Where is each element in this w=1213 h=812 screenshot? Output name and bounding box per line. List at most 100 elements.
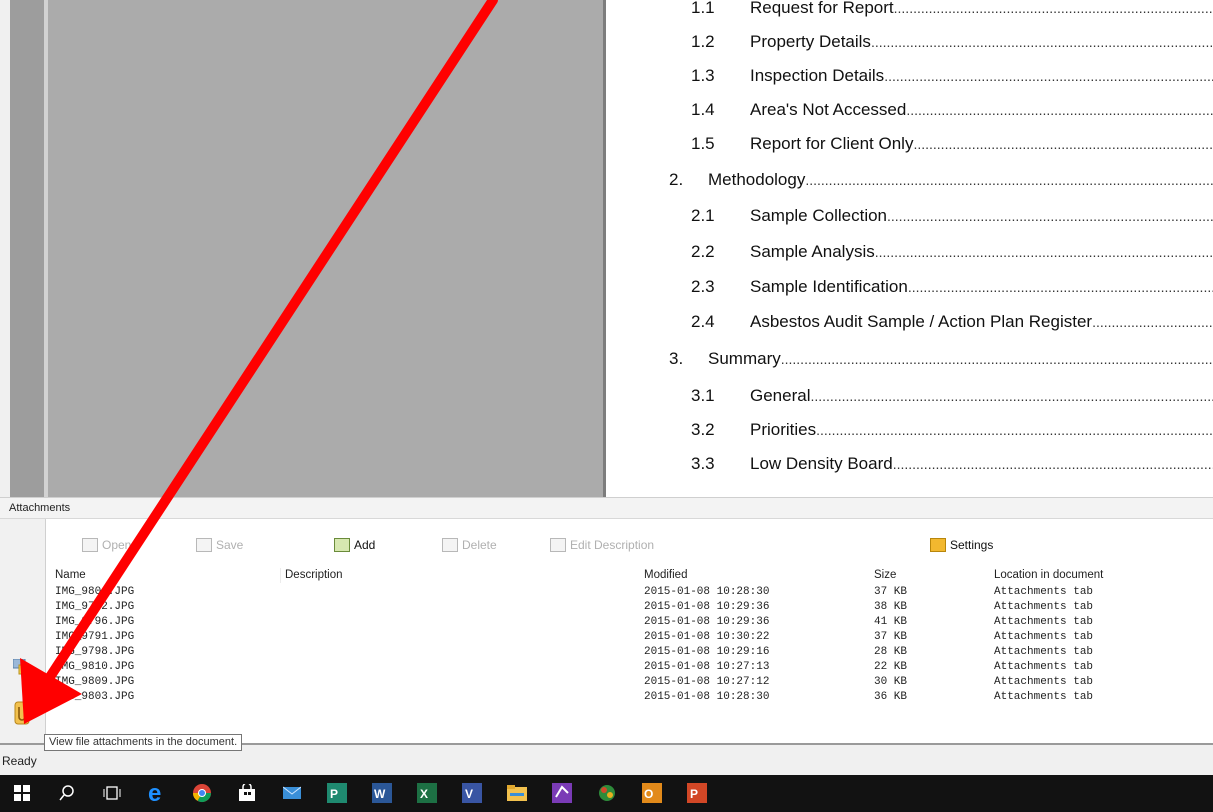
toc-entry-title: Request for Report — [750, 0, 894, 17]
attachment-modified: 2015-01-08 10:29:16 — [644, 646, 770, 658]
toc-entry-title: Asbestos Audit Sample / Action Plan Regi… — [750, 312, 1093, 331]
toc-entry-number: 1.4 — [691, 100, 715, 119]
attachments-panel-icon[interactable] — [13, 700, 31, 726]
attachment-size: 36 KB — [874, 691, 908, 703]
toc-leader-dots: ........................................… — [870, 34, 1213, 50]
toc-leader-dots: ........................................… — [810, 388, 1213, 404]
toc-entry[interactable]: 2.1 Sample Collection....................… — [691, 206, 1213, 238]
column-header-description[interactable]: Description — [280, 568, 640, 583]
windows-start-icon[interactable] — [11, 782, 33, 804]
toc-entry[interactable]: 3.2 Priorities...........................… — [691, 420, 1213, 452]
document-page-left — [44, 0, 606, 497]
column-header-size[interactable]: Size — [870, 568, 990, 583]
task-view-icon[interactable] — [101, 782, 123, 804]
column-header-modified[interactable]: Modified — [640, 568, 870, 583]
table-row[interactable]: IMG_9809.JPG 2015-01-08 10:27:12 30 KB Atta… — [46, 675, 1213, 690]
attachment-location: Attachments tab — [994, 661, 1094, 673]
table-row[interactable]: IMG_9798.JPG 2015-01-08 10:29:16 28 KB Atta… — [46, 645, 1213, 660]
toc-entry[interactable]: 2.3 Sample Identification................… — [691, 277, 1213, 309]
chrome-icon[interactable] — [191, 782, 213, 804]
open-button[interactable]: Open — [82, 528, 131, 562]
table-row[interactable]: IMG_9792.JPG 2015-01-08 10:29:36 38 KB Atta… — [46, 600, 1213, 615]
toc-entry[interactable]: 1.5 Report for Client Only...............… — [691, 134, 1213, 166]
toc-entry[interactable]: 1.3 Inspection Details...................… — [691, 66, 1213, 98]
attachment-location: Attachments tab — [994, 691, 1094, 703]
table-row[interactable]: IMG_9803.JPG 2015-01-08 10:28:30 36 KB Atta… — [46, 690, 1213, 705]
toc-entry-number: 2.2 — [691, 242, 715, 261]
mail-icon[interactable] — [281, 782, 303, 804]
edit-description-button[interactable]: Edit Description — [550, 528, 654, 562]
toc-entry-title: Sample Collection — [750, 206, 888, 225]
toc-entry-title: Methodology — [708, 170, 806, 189]
left-margin-strip — [0, 0, 10, 497]
visio-icon[interactable]: V — [461, 782, 483, 804]
table-row[interactable]: IMG_9810.JPG 2015-01-08 10:27:13 22 KB Atta… — [46, 660, 1213, 675]
toc-leader-dots: ........................................… — [780, 351, 1213, 367]
search-icon[interactable] — [56, 782, 78, 804]
settings-button[interactable]: Settings — [930, 528, 993, 562]
store-icon[interactable] — [236, 782, 258, 804]
word-icon[interactable]: W — [371, 782, 393, 804]
attachment-modified: 2015-01-08 10:28:30 — [644, 586, 770, 598]
attachment-size: 30 KB — [874, 676, 908, 688]
toc-entry[interactable]: 1.1 Request for Report...................… — [691, 0, 1213, 30]
toc-entry-title: Report for Client Only — [750, 134, 914, 153]
table-row[interactable]: IMG_9791.JPG 2015-01-08 10:30:22 37 KB Atta… — [46, 630, 1213, 645]
svg-text:W: W — [374, 787, 386, 801]
toc-entry-title: Sample Analysis — [750, 242, 875, 261]
column-header-location[interactable]: Location in document — [990, 568, 1210, 583]
toc-entry[interactable]: 3.1 General..............................… — [691, 386, 1213, 418]
column-header-name[interactable]: Name — [55, 568, 280, 583]
status-text: Ready — [2, 754, 37, 768]
powerpoint-icon[interactable]: P — [686, 782, 708, 804]
save-button[interactable]: Save — [196, 528, 243, 562]
attachment-location: Attachments tab — [994, 646, 1094, 658]
toc-leader-dots: ........................................… — [805, 172, 1213, 188]
navigation-pane[interactable] — [10, 0, 45, 497]
edge-browser-icon[interactable]: e — [146, 782, 168, 804]
app-icon[interactable] — [596, 782, 618, 804]
toc-entry[interactable]: 3.3 Low Density Board....................… — [691, 454, 1213, 486]
attachment-name: IMG_9792.JPG — [55, 601, 135, 613]
toc-entry-title: General — [750, 386, 811, 405]
toc-entry[interactable]: 1.2 Property Details.....................… — [691, 32, 1213, 64]
attachment-name: IMG_9791.JPG — [55, 631, 135, 643]
toc-entry-title: Area's Not Accessed — [750, 100, 907, 119]
table-row[interactable]: IMG_9796.JPG 2015-01-08 10:29:36 41 KB Atta… — [46, 615, 1213, 630]
onenote-icon[interactable] — [551, 782, 573, 804]
attachment-size: 22 KB — [874, 661, 908, 673]
publisher-icon[interactable]: P — [326, 782, 348, 804]
toc-entry-title: Low Density Board — [750, 454, 893, 473]
attachments-tooltip: View file attachments in the document. — [44, 734, 243, 751]
toc-entry[interactable]: 2. Methodology...........................… — [669, 170, 1213, 202]
toc-entry-number: 2.4 — [691, 312, 715, 331]
toc-entry[interactable]: 3. Summary...............................… — [669, 349, 1213, 381]
toc-entry[interactable]: 2.2 Sample Analysis......................… — [691, 242, 1213, 274]
toc-entry-number: 1.3 — [691, 66, 715, 85]
delete-button[interactable]: Delete — [442, 528, 497, 562]
toc-entry-title: Priorities — [750, 420, 817, 439]
attachment-modified: 2015-01-08 10:28:30 — [644, 691, 770, 703]
table-row[interactable]: IMG_9806.JPG 2015-01-08 10:28:30 37 KB Atta… — [46, 585, 1213, 600]
document-page-toc: 1.1 Request for Report...................… — [606, 0, 1213, 497]
add-button[interactable]: Add — [334, 528, 375, 562]
comments-panel-icon[interactable] — [12, 658, 31, 675]
attachment-size: 28 KB — [874, 646, 908, 658]
toc-entry[interactable]: 2.4 Asbestos Audit Sample / Action Plan R… — [691, 312, 1213, 344]
svg-text:O: O — [644, 787, 653, 801]
outlook-icon[interactable]: O — [641, 782, 663, 804]
excel-icon[interactable]: X — [416, 782, 438, 804]
toc-leader-dots: ........................................… — [887, 208, 1213, 224]
toc-leader-dots: ........................................… — [884, 68, 1213, 84]
toc-leader-dots: ........................................… — [892, 456, 1213, 472]
file-explorer-icon[interactable] — [506, 782, 528, 804]
attachments-table: Name Description Modified Size Location … — [46, 568, 1213, 743]
attachment-size: 37 KB — [874, 586, 908, 598]
toc-entry-number: 3.3 — [691, 454, 715, 473]
toc-entry-number: 3.2 — [691, 420, 715, 439]
toc-entry[interactable]: 1.4 Area's Not Accessed..................… — [691, 100, 1213, 132]
attachment-location: Attachments tab — [994, 601, 1094, 613]
attachment-modified: 2015-01-08 10:29:36 — [644, 601, 770, 613]
attachments-panel-title: Attachments — [9, 502, 71, 514]
settings-icon — [930, 538, 946, 552]
